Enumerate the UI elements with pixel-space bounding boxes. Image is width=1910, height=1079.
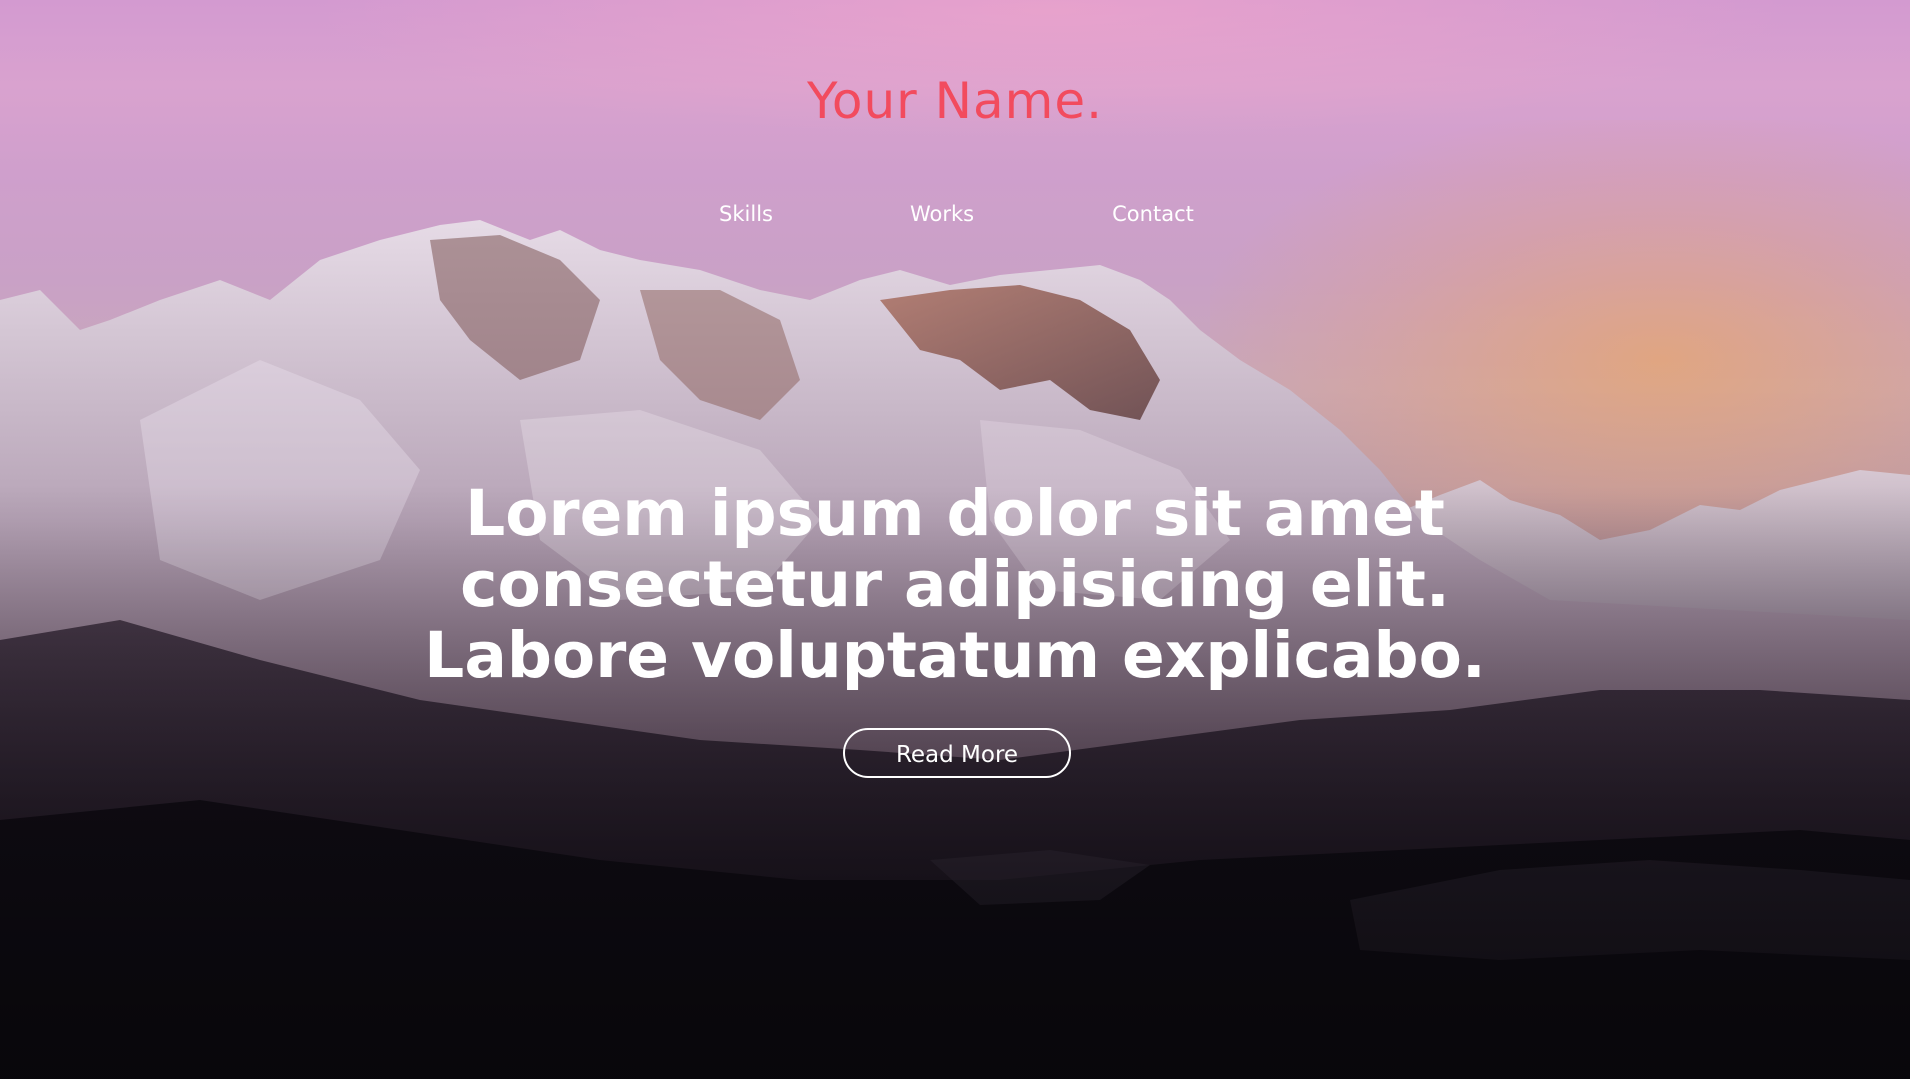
- nav-item-works[interactable]: Works: [910, 202, 974, 226]
- headline-line-2: consectetur adipisicing elit.: [460, 548, 1450, 621]
- site-brand-name[interactable]: Your Name.: [0, 72, 1910, 130]
- hero-headline: Lorem ipsum dolor sit amet consectetur a…: [355, 478, 1555, 691]
- hero-section: Your Name. Skills Works Contact Lorem ip…: [0, 0, 1910, 1079]
- headline-line-3: Labore voluptatum explicabo.: [424, 619, 1486, 692]
- nav-item-contact[interactable]: Contact: [1112, 202, 1194, 226]
- nav-item-skills[interactable]: Skills: [719, 202, 773, 226]
- headline-line-1: Lorem ipsum dolor sit amet: [465, 477, 1445, 550]
- read-more-button[interactable]: Read More: [843, 728, 1071, 778]
- main-nav: Skills Works Contact: [0, 202, 1910, 232]
